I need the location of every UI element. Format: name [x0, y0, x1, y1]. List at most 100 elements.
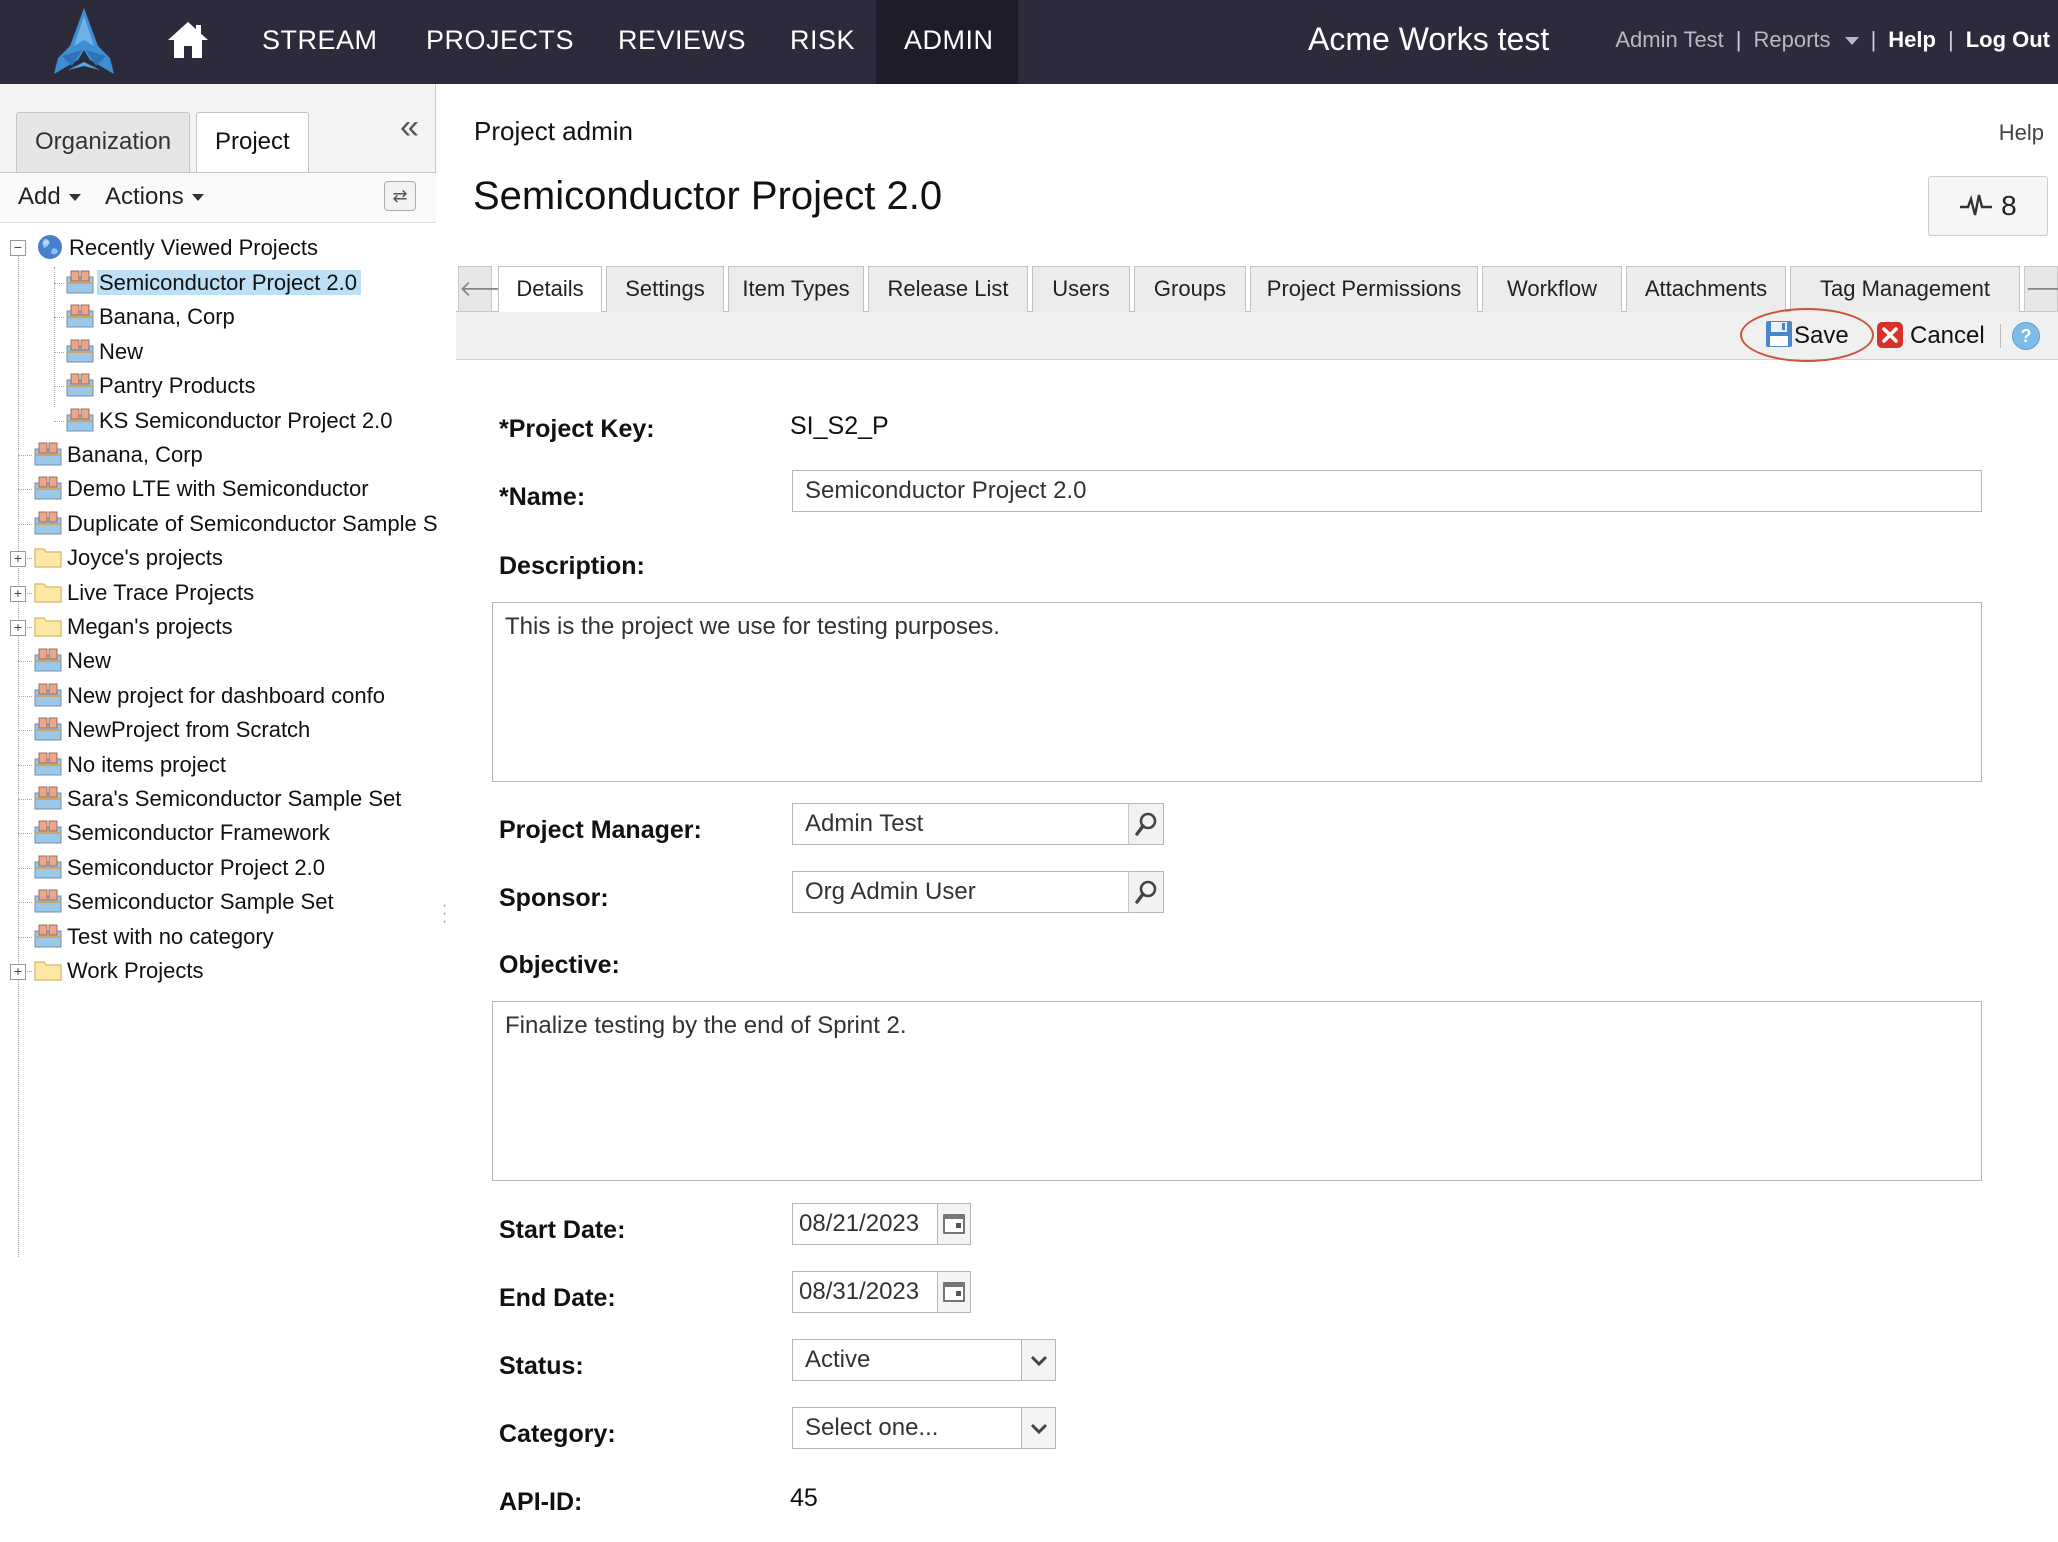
- tree-node-folder[interactable]: Megan's projects: [34, 610, 237, 644]
- nav-stream[interactable]: STREAM: [234, 0, 406, 84]
- tree-node-recent-project[interactable]: New: [66, 335, 147, 369]
- add-menu-label: Add: [18, 183, 61, 210]
- tab-details[interactable]: Details: [498, 266, 602, 313]
- name-field[interactable]: Semiconductor Project 2.0: [792, 470, 1982, 512]
- tree-node-project[interactable]: Banana, Corp: [34, 438, 207, 472]
- calendar-icon[interactable]: [937, 1203, 971, 1245]
- tree-node-label: Banana, Corp: [99, 304, 235, 330]
- tree-node-label: New: [67, 648, 112, 674]
- project-icon: [34, 820, 62, 844]
- expand-node-icon[interactable]: +: [10, 620, 26, 636]
- save-button[interactable]: Save: [1764, 318, 1849, 354]
- logout-link[interactable]: Log Out: [1966, 0, 2050, 80]
- tab-release-list[interactable]: Release List: [868, 266, 1028, 312]
- collapse-node-icon[interactable]: −: [10, 240, 26, 256]
- tree-node-label: Megan's projects: [67, 614, 233, 639]
- tree-node-folder[interactable]: Live Trace Projects: [34, 576, 258, 610]
- project-icon: [66, 408, 94, 432]
- refresh-icon[interactable]: ⇄: [384, 181, 416, 211]
- search-icon[interactable]: [1128, 871, 1164, 913]
- tree-node-label: NewProject from Scratch: [67, 717, 311, 743]
- expand-node-icon[interactable]: +: [10, 964, 26, 980]
- help-question-icon[interactable]: ?: [2012, 322, 2040, 350]
- project-icon: [66, 373, 94, 397]
- status-label: Status:: [499, 1352, 584, 1380]
- tree-node-folder[interactable]: Work Projects: [34, 954, 208, 988]
- arrow-left-icon[interactable]: 🡐: [458, 266, 518, 312]
- activity-stream-button[interactable]: 8: [1928, 176, 2048, 236]
- tree-node-project[interactable]: New: [34, 644, 115, 678]
- caret-down-icon: [191, 194, 204, 202]
- tree-node-project[interactable]: Test with no category: [34, 920, 278, 954]
- tree-node-project[interactable]: Duplicate of Semiconductor Sample S: [34, 507, 442, 541]
- actions-menu[interactable]: Actions: [105, 183, 204, 211]
- tree-node-project[interactable]: Semiconductor Framework: [34, 816, 334, 850]
- nav-projects[interactable]: PROJECTS: [398, 0, 602, 84]
- cancel-button[interactable]: Cancel: [1876, 318, 1985, 354]
- tab-item-types[interactable]: Item Types: [728, 266, 864, 312]
- objective-field[interactable]: Finalize testing by the end of Sprint 2.: [492, 1001, 1982, 1181]
- project-manager-field[interactable]: Admin Test: [792, 803, 1130, 845]
- tree-node-label: Banana, Corp: [67, 442, 203, 467]
- sponsor-label: Sponsor:: [499, 884, 609, 912]
- category-select[interactable]: Select one...: [792, 1407, 1056, 1449]
- tab-organization[interactable]: Organization: [16, 112, 191, 172]
- tree-node-recent-project[interactable]: Banana, Corp: [66, 300, 239, 334]
- tab-project[interactable]: Project: [196, 112, 309, 174]
- calendar-icon[interactable]: [937, 1271, 971, 1313]
- nav-risk[interactable]: RISK: [762, 0, 883, 84]
- expand-node-icon[interactable]: +: [10, 551, 26, 568]
- tab-attachments[interactable]: Attachments: [1626, 266, 1786, 312]
- tree-node-project[interactable]: NewProject from Scratch: [34, 713, 314, 747]
- end-date-field[interactable]: 08/31/2023: [792, 1271, 938, 1313]
- search-icon[interactable]: [1128, 803, 1164, 845]
- tree-node-folder[interactable]: Joyce's projects: [34, 541, 227, 575]
- user-name-link[interactable]: Admin Test: [1615, 0, 1723, 80]
- tree-node-recent-project[interactable]: Semiconductor Project 2.0: [66, 266, 362, 300]
- project-icon: [34, 855, 62, 879]
- tab-workflow[interactable]: Workflow: [1482, 266, 1622, 312]
- folder-icon: [34, 617, 62, 637]
- tree-node-label: Semiconductor Project 2.0: [97, 270, 362, 295]
- app-logo-icon[interactable]: [48, 6, 120, 76]
- description-field[interactable]: This is the project we use for testing p…: [492, 602, 1982, 782]
- tab-users[interactable]: Users: [1032, 266, 1130, 312]
- tree-node-project[interactable]: Sara's Semiconductor Sample Set: [34, 782, 405, 816]
- nav-reviews[interactable]: REVIEWS: [590, 0, 774, 84]
- tree-node-recent[interactable]: Recently Viewed Projects: [36, 231, 322, 265]
- reports-menu[interactable]: Reports: [1754, 0, 1859, 80]
- left-panel: Organization Project « Add Actions ⇄ − R…: [0, 84, 447, 1542]
- tab-groups[interactable]: Groups: [1134, 266, 1246, 312]
- admin-tabs: 🡐 Details Settings Item Types Release List U…: [456, 264, 2058, 313]
- tab-project-permissions[interactable]: Project Permissions: [1250, 266, 1478, 312]
- project-icon: [66, 339, 94, 363]
- home-icon[interactable]: [166, 18, 210, 62]
- status-select[interactable]: Active: [792, 1339, 1056, 1381]
- start-date-field[interactable]: 08/21/2023: [792, 1203, 938, 1245]
- arrow-right-icon[interactable]: 🡒: [2024, 266, 2058, 312]
- objective-label: Objective:: [499, 951, 620, 979]
- expand-node-icon[interactable]: +: [10, 585, 26, 602]
- tree-node-label: Semiconductor Sample Set: [67, 889, 334, 915]
- tree-node-recent-project[interactable]: Pantry Products: [66, 369, 260, 403]
- nav-admin[interactable]: ADMIN: [876, 0, 1018, 84]
- tree-node-project[interactable]: Semiconductor Sample Set: [34, 885, 338, 919]
- tree-node-label: Joyce's projects: [67, 545, 223, 571]
- activity-pulse-icon: [1960, 194, 1993, 216]
- panel-splitter[interactable]: · · ·: [442, 898, 448, 930]
- add-menu[interactable]: Add: [18, 183, 81, 211]
- tab-tag-management[interactable]: Tag Management: [1790, 266, 2020, 312]
- page-help-link[interactable]: Help: [1999, 120, 2044, 146]
- cancel-label: Cancel: [1910, 322, 1985, 349]
- tree-node-project[interactable]: Semiconductor Project 2.0: [34, 851, 329, 885]
- tree-node-recent-project[interactable]: KS Semiconductor Project 2.0: [66, 404, 396, 438]
- tree-node-project[interactable]: Demo LTE with Semiconductor: [34, 472, 373, 506]
- collapse-panel-icon[interactable]: «: [400, 110, 419, 144]
- tree-node-project[interactable]: New project for dashboard confo: [34, 679, 389, 713]
- help-link[interactable]: Help: [1888, 0, 1936, 80]
- end-date-label: End Date:: [499, 1284, 616, 1312]
- project-icon: [34, 511, 62, 535]
- tab-settings[interactable]: Settings: [606, 266, 724, 312]
- sponsor-field[interactable]: Org Admin User: [792, 871, 1130, 913]
- tree-node-project[interactable]: No items project: [34, 748, 230, 782]
